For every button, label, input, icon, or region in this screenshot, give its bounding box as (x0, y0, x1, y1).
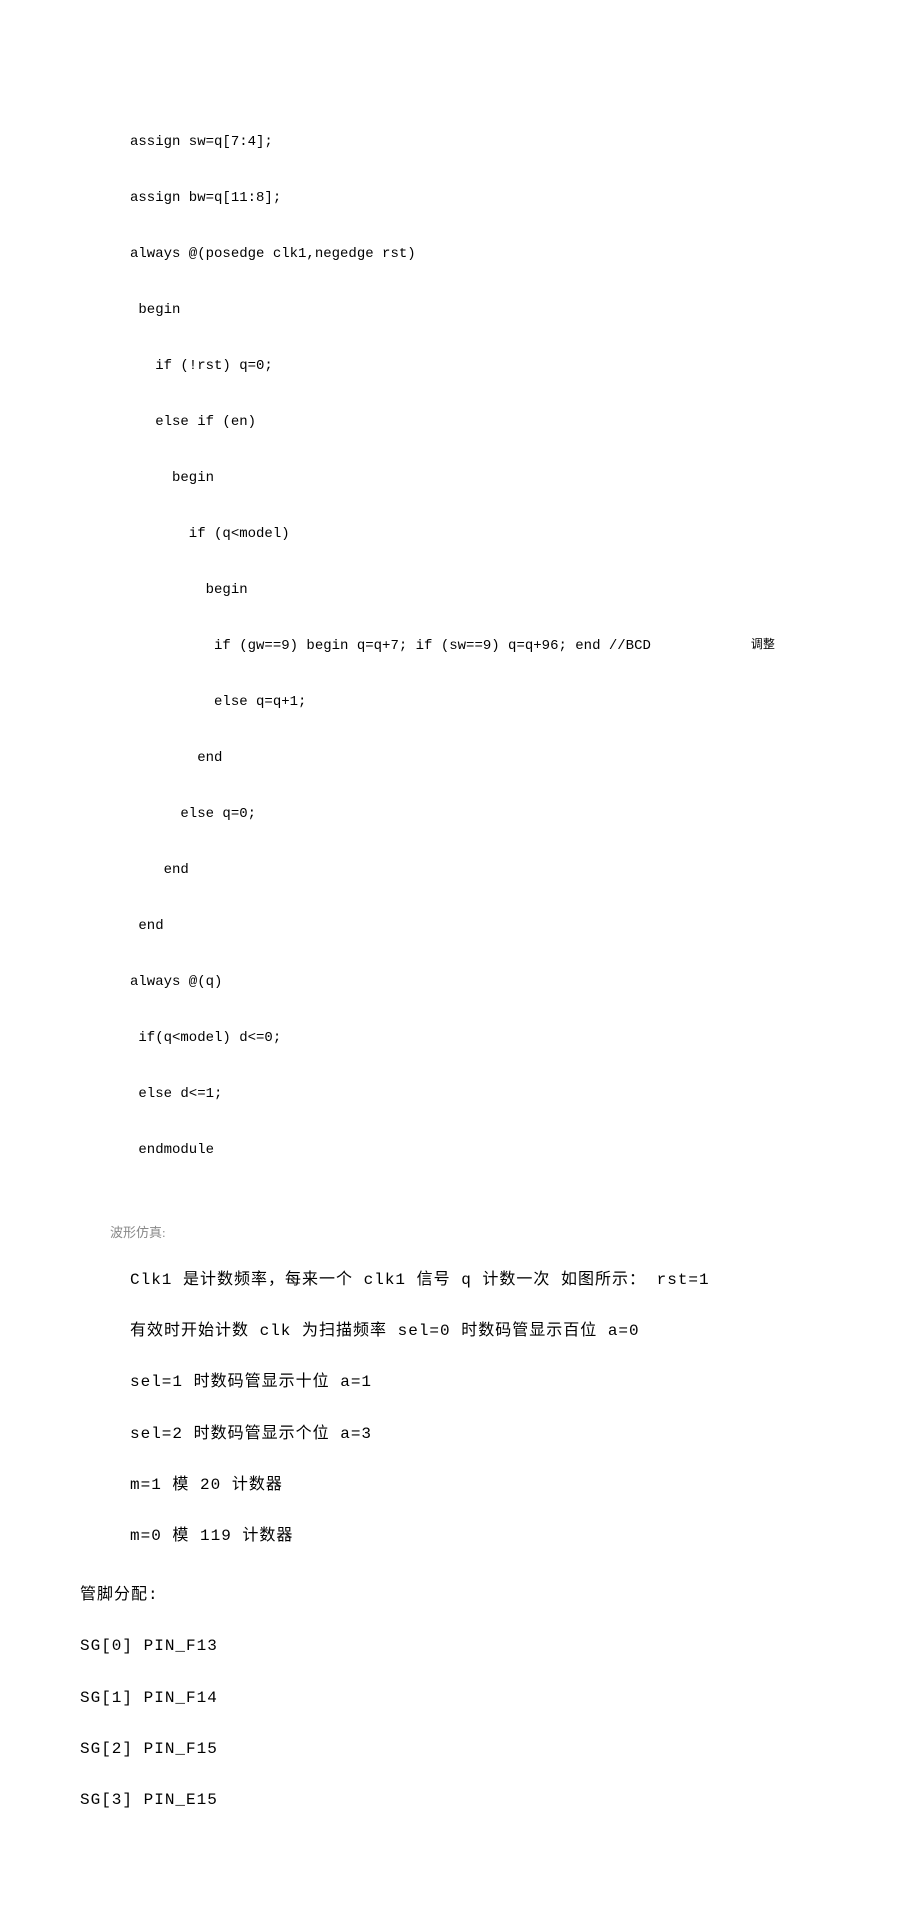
pin-assignment-section: 管脚分配: SG[0] PIN_F13 SG[1] PIN_F14 SG[2] … (80, 1570, 840, 1826)
code-line: assign sw=q[7:4]; (130, 128, 840, 156)
code-line: always @(posedge clk1,negedge rst) (130, 240, 840, 268)
code-comment: 调整 (751, 633, 775, 657)
code-line: else d<=1; (130, 1080, 840, 1108)
code-line: end (130, 912, 840, 940)
description-line: m=0 模 119 计数器 (130, 1511, 840, 1562)
description-line: Clk1 是计数频率，每来一个 clk1 信号 q 计数一次 如图所示： rst… (130, 1255, 840, 1306)
code-line: if(q<model) d<=0; (130, 1024, 840, 1052)
code-line: if (q<model) (130, 520, 840, 548)
code-line: else q=q+1; (130, 688, 840, 716)
document-page: assign sw=q[7:4]; assign bw=q[11:8]; alw… (0, 0, 920, 1906)
code-line: begin (130, 296, 840, 324)
pin-row: SG[1] PIN_F14 (80, 1673, 840, 1724)
code-line: endmodule (130, 1136, 840, 1164)
pin-row: SG[2] PIN_F15 (80, 1724, 840, 1775)
code-block: assign sw=q[7:4]; assign bw=q[11:8]; alw… (130, 100, 840, 1220)
pin-row: SG[0] PIN_F13 (80, 1621, 840, 1672)
code-line: begin (130, 576, 840, 604)
code-line: if (!rst) q=0; (130, 352, 840, 380)
code-line: else q=0; (130, 800, 840, 828)
code-text: if (gw==9) begin q=q+7; if (sw==9) q=q+9… (130, 638, 651, 654)
pin-row: SG[3] PIN_E15 (80, 1775, 840, 1826)
code-line: else if (en) (130, 408, 840, 436)
simulation-label: 波形仿真: (110, 1222, 840, 1241)
description-line: sel=1 时数码管显示十位 a=1 (130, 1357, 840, 1408)
code-line: if (gw==9) begin q=q+7; if (sw==9) q=q+9… (130, 632, 840, 660)
description-line: m=1 模 20 计数器 (130, 1460, 840, 1511)
code-line: end (130, 856, 840, 884)
description-line: sel=2 时数码管显示个位 a=3 (130, 1409, 840, 1460)
description-line: 有效时开始计数 clk 为扫描频率 sel=0 时数码管显示百位 a=0 (130, 1306, 840, 1357)
code-line: end (130, 744, 840, 772)
code-line: always @(q) (130, 968, 840, 996)
code-line: assign bw=q[11:8]; (130, 184, 840, 212)
description-block: Clk1 是计数频率，每来一个 clk1 信号 q 计数一次 如图所示： rst… (130, 1255, 840, 1562)
pin-header: 管脚分配: (80, 1570, 840, 1621)
code-line: begin (130, 464, 840, 492)
